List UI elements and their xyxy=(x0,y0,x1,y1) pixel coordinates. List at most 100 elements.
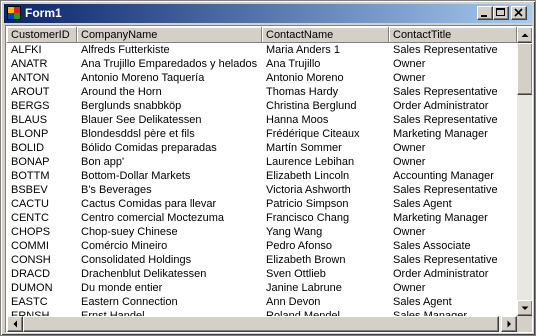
cell-contactname[interactable]: Maria Anders 1 xyxy=(262,43,389,57)
cell-customerid[interactable]: CENTC xyxy=(7,211,77,225)
cell-customerid[interactable]: BLONP xyxy=(7,127,77,141)
cell-contacttitle[interactable]: Sales Representative xyxy=(389,43,517,57)
cell-contacttitle[interactable]: Sales Agent xyxy=(389,197,517,211)
table-row[interactable]: CACTU Cactus Comidas para llevar Patricio … xyxy=(7,197,517,211)
cell-companyname[interactable]: Bottom-Dollar Markets xyxy=(77,169,262,183)
table-row[interactable]: BLAUS Blauer See Delikatessen Hanna Moos Sa… xyxy=(7,113,517,127)
cell-contacttitle[interactable]: Sales Agent xyxy=(389,295,517,309)
cell-companyname[interactable]: Drachenblut Delikatessen xyxy=(77,267,262,281)
cell-contactname[interactable]: Hanna Moos xyxy=(262,113,389,127)
table-row[interactable]: DUMON Du monde entier Janine Labrune Owner xyxy=(7,281,517,295)
cell-companyname[interactable]: Bon app' xyxy=(77,155,262,169)
data-grid[interactable]: CustomerID CompanyName ContactName Conta… xyxy=(5,25,533,333)
scroll-left-button[interactable] xyxy=(7,316,23,332)
cell-customerid[interactable]: ERNSH xyxy=(7,309,77,316)
cell-companyname[interactable]: Alfreds Futterkiste xyxy=(77,43,262,57)
cell-contacttitle[interactable]: Order Administrator xyxy=(389,99,517,113)
close-button[interactable] xyxy=(511,6,527,20)
horizontal-scrollbar[interactable] xyxy=(7,316,517,332)
cell-contacttitle[interactable]: Sales Manager xyxy=(389,309,517,316)
cell-contactname[interactable]: Antonio Moreno xyxy=(262,71,389,85)
cell-contacttitle[interactable]: Sales Representative xyxy=(389,253,517,267)
cell-contactname[interactable]: Ana Trujillo xyxy=(262,57,389,71)
cell-companyname[interactable]: Blondesddsl père et fils xyxy=(77,127,262,141)
column-header-contacttitle[interactable]: ContactTitle xyxy=(389,27,517,43)
cell-customerid[interactable]: BLAUS xyxy=(7,113,77,127)
table-row[interactable]: ANTON Antonio Moreno Taquería Antonio More… xyxy=(7,71,517,85)
cell-contactname[interactable]: Victoria Ashworth xyxy=(262,183,389,197)
cell-contactname[interactable]: Yang Wang xyxy=(262,225,389,239)
cell-contacttitle[interactable]: Owner xyxy=(389,155,517,169)
cell-contactname[interactable]: Laurence Lebihan xyxy=(262,155,389,169)
table-row[interactable]: CHOPS Chop-suey Chinese Yang Wang Owner xyxy=(7,225,517,239)
cell-customerid[interactable]: ANATR xyxy=(7,57,77,71)
cell-companyname[interactable]: Berglunds snabbköp xyxy=(77,99,262,113)
table-row[interactable]: DRACD Drachenblut Delikatessen Sven Ottlie… xyxy=(7,267,517,281)
cell-contactname[interactable]: Roland Mendel xyxy=(262,309,389,316)
maximize-button[interactable] xyxy=(493,6,509,20)
cell-customerid[interactable]: BSBEV xyxy=(7,183,77,197)
cell-contactname[interactable]: Thomas Hardy xyxy=(262,85,389,99)
cell-contactname[interactable]: Martín Sommer xyxy=(262,141,389,155)
cell-contactname[interactable]: Patricio Simpson xyxy=(262,197,389,211)
cell-contacttitle[interactable]: Sales Representative xyxy=(389,183,517,197)
table-row[interactable]: CENTC Centro comercial Moctezuma Francisco… xyxy=(7,211,517,225)
table-row[interactable]: BOLID Bólido Comidas preparadas Martín Som… xyxy=(7,141,517,155)
table-row[interactable]: EASTC Eastern Connection Ann Devon Sales Ag… xyxy=(7,295,517,309)
cell-customerid[interactable]: BONAP xyxy=(7,155,77,169)
cell-customerid[interactable]: ALFKI xyxy=(7,43,77,57)
cell-customerid[interactable]: ANTON xyxy=(7,71,77,85)
table-row[interactable]: CONSH Consolidated Holdings Elizabeth Brow… xyxy=(7,253,517,267)
table-row[interactable]: BERGS Berglunds snabbköp Christina Berglun… xyxy=(7,99,517,113)
cell-contacttitle[interactable]: Accounting Manager xyxy=(389,169,517,183)
cell-companyname[interactable]: Centro comercial Moctezuma xyxy=(77,211,262,225)
cell-companyname[interactable]: Ana Trujillo Emparedados y helados xyxy=(77,57,262,71)
cell-contacttitle[interactable]: Sales Representative xyxy=(389,113,517,127)
title-bar[interactable]: Form1 xyxy=(4,4,532,23)
cell-companyname[interactable]: Eastern Connection xyxy=(77,295,262,309)
table-row[interactable]: BONAP Bon app' Laurence Lebihan Owner xyxy=(7,155,517,169)
minimize-button[interactable] xyxy=(477,6,493,20)
cell-contactname[interactable]: Sven Ottlieb xyxy=(262,267,389,281)
cell-customerid[interactable]: COMMI xyxy=(7,239,77,253)
table-row[interactable]: ALFKI Alfreds Futterkiste Maria Anders 1 Sa… xyxy=(7,43,517,57)
cell-customerid[interactable]: CONSH xyxy=(7,253,77,267)
cell-contacttitle[interactable]: Owner xyxy=(389,57,517,71)
cell-contactname[interactable]: Pedro Afonso xyxy=(262,239,389,253)
cell-companyname[interactable]: Du monde entier xyxy=(77,281,262,295)
cell-customerid[interactable]: AROUT xyxy=(7,85,77,99)
cell-customerid[interactable]: BOLID xyxy=(7,141,77,155)
table-row[interactable]: BLONP Blondesddsl père et fils Frédérique … xyxy=(7,127,517,141)
cell-contactname[interactable]: Elizabeth Lincoln xyxy=(262,169,389,183)
cell-companyname[interactable]: Comércio Mineiro xyxy=(77,239,262,253)
scroll-down-button[interactable] xyxy=(517,300,532,316)
cell-contacttitle[interactable]: Owner xyxy=(389,71,517,85)
cell-customerid[interactable]: CACTU xyxy=(7,197,77,211)
cell-contactname[interactable]: Ann Devon xyxy=(262,295,389,309)
table-row[interactable]: AROUT Around the Horn Thomas Hardy Sales Re… xyxy=(7,85,517,99)
column-header-companyname[interactable]: CompanyName xyxy=(77,27,262,43)
cell-companyname[interactable]: Chop-suey Chinese xyxy=(77,225,262,239)
cell-companyname[interactable]: Cactus Comidas para llevar xyxy=(77,197,262,211)
cell-customerid[interactable]: BOTTM xyxy=(7,169,77,183)
cell-companyname[interactable]: Blauer See Delikatessen xyxy=(77,113,262,127)
cell-contacttitle[interactable]: Owner xyxy=(389,141,517,155)
cell-customerid[interactable]: CHOPS xyxy=(7,225,77,239)
cell-contactname[interactable]: Christina Berglund xyxy=(262,99,389,113)
cell-contactname[interactable]: Frédérique Citeaux xyxy=(262,127,389,141)
vertical-scroll-thumb[interactable] xyxy=(517,43,532,95)
table-row[interactable]: COMMI Comércio Mineiro Pedro Afonso Sales A… xyxy=(7,239,517,253)
cell-contacttitle[interactable]: Owner xyxy=(389,225,517,239)
cell-contactname[interactable]: Elizabeth Brown xyxy=(262,253,389,267)
cell-companyname[interactable]: Bólido Comidas preparadas xyxy=(77,141,262,155)
cell-contacttitle[interactable]: Order Administrator xyxy=(389,267,517,281)
cell-companyname[interactable]: B's Beverages xyxy=(77,183,262,197)
cell-contacttitle[interactable]: Sales Associate xyxy=(389,239,517,253)
cell-contacttitle[interactable]: Owner xyxy=(389,281,517,295)
app-icon[interactable] xyxy=(7,6,21,20)
column-header-contactname[interactable]: ContactName xyxy=(262,27,389,43)
horizontal-scroll-thumb[interactable] xyxy=(23,316,499,332)
cell-customerid[interactable]: EASTC xyxy=(7,295,77,309)
table-row[interactable]: ANATR Ana Trujillo Emparedados y helados A… xyxy=(7,57,517,71)
cell-contacttitle[interactable]: Marketing Manager xyxy=(389,211,517,225)
